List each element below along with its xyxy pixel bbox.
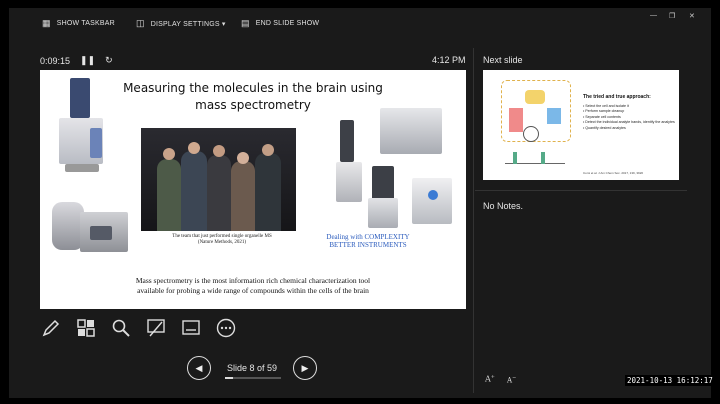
more-icon[interactable] <box>215 318 237 338</box>
next-slide-thumbnail[interactable]: The tried and true approach: • Select th… <box>483 70 679 180</box>
taskbar-icon: ▦ <box>42 18 51 28</box>
dealing-line2: BETTER INSTRUMENTS <box>329 241 407 249</box>
display-settings-button[interactable]: ◫ DISPLAY SETTINGS ▾ <box>136 18 226 29</box>
slide-timer: 0:09:15 ❚❚ ↻ <box>40 55 113 66</box>
top-toolbar: ▦ SHOW TASKBAR ◫ DISPLAY SETTINGS ▾ ▤ EN… <box>9 8 711 38</box>
body-line2: available for probing a wide range of co… <box>137 286 369 295</box>
panel-divider <box>473 48 474 393</box>
slide-body-text: Mass spectrometry is the most informatio… <box>60 276 446 296</box>
caption-line2: (Nature Methods, 2021) <box>197 240 247 245</box>
close-icon[interactable]: ✕ <box>689 12 695 20</box>
grid-icon[interactable] <box>75 318 97 338</box>
slide-counter-label: Slide 8 of 59 <box>226 363 278 373</box>
font-decrease-icon[interactable]: A− <box>507 375 516 384</box>
font-increase-icon[interactable]: A+ <box>485 374 495 384</box>
prev-icon[interactable]: ◀ <box>187 356 211 380</box>
next-slide-list: • Select the cell and isolate it • Perfo… <box>583 104 675 131</box>
current-slide[interactable]: Measuring the molecules in the brain usi… <box>40 70 466 309</box>
end-show-icon: ▤ <box>241 18 250 28</box>
minimize-icon[interactable]: — <box>650 12 657 19</box>
presenter-tools <box>40 318 237 338</box>
show-taskbar-label: SHOW TASKBAR <box>56 20 115 27</box>
timestamp-overlay: 2021-10-13 16:12:17 <box>625 375 715 386</box>
body-line1: Mass spectrometry is the most informatio… <box>135 276 371 285</box>
presenter-view: ▦ SHOW TASKBAR ◫ DISPLAY SETTINGS ▾ ▤ EN… <box>9 8 711 398</box>
next-slide-title: The tried and true approach: <box>583 94 651 100</box>
photo-caption: The team that just performed single orga… <box>148 234 296 246</box>
zoom-icon[interactable] <box>110 318 132 338</box>
subtitles-icon[interactable] <box>180 318 202 338</box>
pen-icon[interactable] <box>40 318 62 338</box>
slide-navigation: ◀ Slide 8 of 59 ▶ <box>187 356 317 380</box>
slide-counter[interactable]: Slide 8 of 59 <box>221 363 283 379</box>
show-taskbar-button[interactable]: ▦ SHOW TASKBAR <box>42 18 115 29</box>
elapsed-time: 0:09:15 <box>40 55 71 66</box>
current-time: 4:12 PM <box>432 55 466 65</box>
pause-icon[interactable]: ❚❚ <box>80 55 95 66</box>
display-icon: ◫ <box>136 18 145 28</box>
slide-progress-fill <box>225 377 233 379</box>
end-slide-show-button[interactable]: ▤ END SLIDE SHOW <box>241 18 319 29</box>
next-slide-reference: Comi et al. J Am Chem Soc. 2017, 139, 39… <box>583 171 644 175</box>
next-icon[interactable]: ▶ <box>293 356 317 380</box>
team-photo <box>141 128 296 231</box>
restart-icon[interactable]: ↻ <box>105 55 113 66</box>
pointer-icon[interactable] <box>145 318 167 338</box>
dealing-text: Dealing with COMPLEXITY BETTER INSTRUMEN… <box>310 233 426 249</box>
dealing-line1: Dealing with COMPLEXITY <box>326 233 410 241</box>
list-item: • Quantify desired analytes <box>583 125 626 130</box>
speaker-notes[interactable]: No Notes. <box>483 201 523 211</box>
end-slide-show-label: END SLIDE SHOW <box>255 20 320 27</box>
display-settings-label: DISPLAY SETTINGS ▾ <box>150 20 226 28</box>
restore-icon[interactable]: ❐ <box>669 12 675 20</box>
next-slide-label: Next slide <box>483 55 523 65</box>
notes-divider <box>475 190 687 191</box>
slide-progress-bar <box>225 377 281 379</box>
slide-title-line1: Measuring the molecules in the brain usi… <box>123 81 383 95</box>
